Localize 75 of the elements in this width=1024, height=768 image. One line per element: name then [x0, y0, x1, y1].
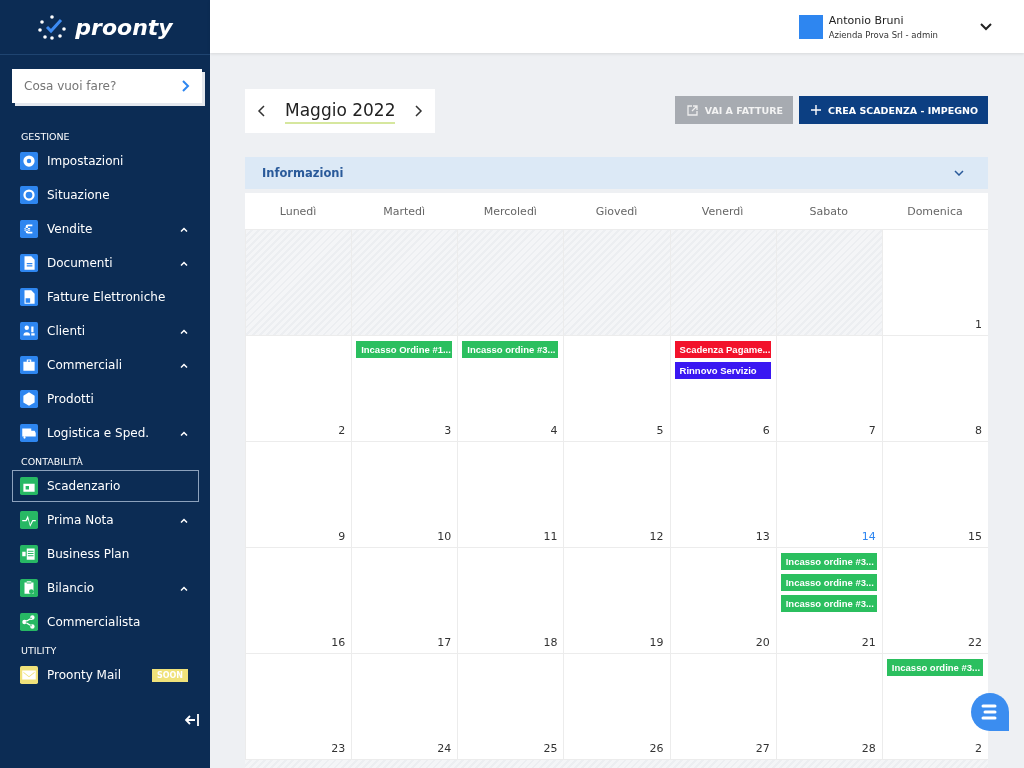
day-number: 24: [437, 742, 452, 755]
day-number: 27: [755, 742, 770, 755]
day-number: 28: [861, 742, 876, 755]
day-number: 26: [649, 742, 664, 755]
user-company: Azienda Prova Srl - admin: [828, 29, 938, 40]
create-button[interactable]: CREA SCADENZA - IMPEGNO: [799, 96, 988, 124]
external-link-icon: [686, 104, 698, 116]
day-number: 14: [861, 530, 876, 543]
sidebar-item[interactable]: Logistica e Sped.: [12, 417, 199, 449]
day-number: 3: [444, 424, 452, 437]
section-heading: UTILITY: [20, 645, 58, 656]
sidebar-item[interactable]: Scadenzario: [12, 470, 199, 502]
sidebar-item[interactable]: Business Plan: [12, 538, 199, 570]
sidebar-item[interactable]: Prodotti: [12, 383, 199, 415]
weekday-header: Sabato: [808, 203, 849, 220]
logo-text: proonty: [75, 14, 173, 40]
weekday-header: Domenica: [906, 203, 964, 220]
day-number: 17: [437, 636, 452, 649]
soon-badge: SOON: [151, 668, 188, 682]
day-number: 2: [338, 424, 346, 437]
day-number: 2: [975, 742, 982, 755]
day-number: 1: [975, 318, 982, 331]
user-name: Antonio Bruni: [828, 13, 905, 27]
weekday-header: Mercoledì: [482, 203, 538, 220]
day-number: 7: [868, 424, 876, 437]
weekday-header: Martedì: [382, 203, 427, 220]
section-heading: CONTABILITÀ: [20, 456, 84, 467]
day-number: 25: [543, 742, 558, 755]
chevron-left-icon[interactable]: [257, 105, 265, 117]
avatar: [798, 14, 823, 39]
weekday-header: Venerdì: [700, 203, 745, 220]
chevron-right-icon: [182, 80, 190, 92]
day-number: 9: [338, 530, 346, 543]
sidebar-item[interactable]: Documenti: [12, 247, 199, 279]
day-number: 12: [649, 530, 664, 543]
day-number: 6: [762, 424, 770, 437]
chevron-down-icon: [954, 170, 964, 176]
day-number: 11: [543, 530, 558, 543]
day-number: 23: [331, 742, 346, 755]
chat-icon[interactable]: [970, 692, 1010, 732]
day-number: 16: [331, 636, 346, 649]
sidebar-item[interactable]: Prima Nota: [12, 504, 199, 536]
sidebar-item[interactable]: Vendite: [12, 213, 199, 245]
weekday-header: Giovedì: [594, 203, 639, 220]
day-number: 22: [968, 636, 982, 649]
sidebar-item[interactable]: Commerciali: [12, 349, 199, 381]
calendar-event[interactable]: Scadenza Pagame...: [674, 341, 771, 358]
day-number: 21: [861, 636, 876, 649]
day-number: 8: [975, 424, 982, 437]
sidebar-item[interactable]: Clienti: [12, 315, 199, 347]
day-number: 4: [550, 424, 558, 437]
sidebar-item[interactable]: Commercialista: [12, 606, 199, 638]
day-number: 20: [755, 636, 770, 649]
section-heading: GESTIONE: [20, 131, 71, 142]
sidebar-item[interactable]: Situazione: [12, 179, 199, 211]
weekday-header: Lunedì: [278, 203, 318, 220]
search-field[interactable]: Cosa vuoi fare?: [12, 69, 202, 103]
month-title: Maggio 2022: [285, 98, 396, 124]
day-number: 5: [656, 424, 664, 437]
sidebar-item[interactable]: Proonty Mail SOON: [12, 659, 199, 691]
sidebar-item[interactable]: Bilancio: [12, 572, 199, 604]
day-number: 10: [437, 530, 452, 543]
logo-icon: [37, 14, 68, 40]
day-number: 13: [755, 530, 770, 543]
day-number: 18: [543, 636, 558, 649]
collapse-icon[interactable]: [185, 714, 199, 726]
info-panel-header[interactable]: Informazioni: [245, 157, 988, 189]
chevron-down-icon[interactable]: [980, 22, 992, 31]
day-number: 15: [968, 530, 982, 543]
day-number: 19: [649, 636, 664, 649]
calendar-event[interactable]: Rinnovo Servizio: [674, 362, 771, 379]
plus-icon: [811, 105, 821, 115]
sidebar-item[interactable]: Impostazioni: [12, 145, 199, 177]
chevron-right-icon[interactable]: [415, 105, 424, 117]
sidebar-item[interactable]: Fatture Elettroniche: [12, 281, 199, 313]
